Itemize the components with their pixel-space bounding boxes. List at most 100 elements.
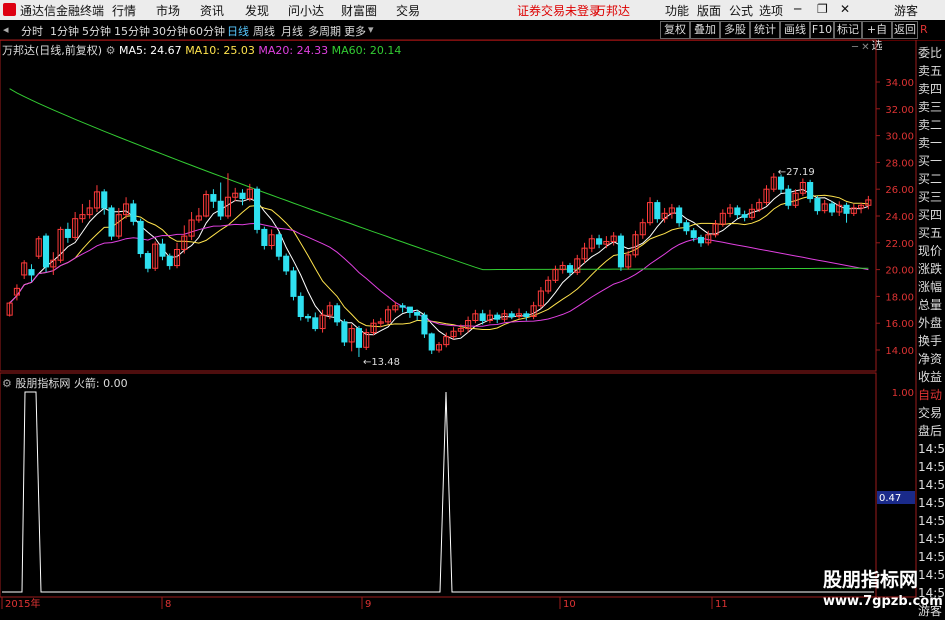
tick-time: 14:56	[918, 550, 945, 564]
candle	[625, 250, 632, 270]
candle	[828, 201, 836, 216]
candle	[632, 230, 639, 258]
date-tick-label: 8	[165, 599, 171, 609]
candle-body	[355, 328, 362, 348]
candle-body	[130, 203, 137, 222]
candle	[450, 327, 457, 340]
price-tick-label: 32.00	[885, 105, 914, 116]
settings-icon[interactable]: ⚙	[106, 44, 116, 57]
candle-body	[101, 191, 108, 209]
indicator-tick-label: 1.00	[892, 388, 914, 399]
candle	[232, 187, 239, 202]
candle	[741, 210, 748, 222]
indicator-title: 股朋指标网	[15, 377, 71, 390]
candle	[181, 225, 188, 254]
candle	[268, 229, 275, 250]
candle	[355, 325, 362, 357]
candle-body	[210, 194, 217, 202]
candle	[843, 202, 850, 223]
chart-window-controls: ─ ✕	[852, 42, 870, 53]
high-price-annotation: ←27.19	[778, 167, 815, 178]
candle	[683, 220, 690, 235]
side-label: 买三	[918, 190, 943, 204]
indicator-line	[2, 391, 874, 593]
candle	[261, 226, 268, 250]
side-label: 卖三	[918, 100, 943, 114]
indicator-legend: ⚙ 股朋指标网 火箭: 0.00	[2, 375, 128, 391]
candle-body	[676, 207, 683, 224]
candle-body	[523, 313, 530, 318]
candle-body	[159, 243, 166, 257]
side-label: 交易	[918, 406, 943, 420]
side-label: 现价	[918, 244, 943, 258]
indicator-value: 火箭: 0.00	[73, 377, 128, 390]
candle	[57, 226, 64, 263]
candle-body	[421, 314, 428, 335]
candle	[435, 341, 443, 353]
candle-body	[785, 188, 792, 206]
candle	[254, 186, 261, 234]
candle	[130, 199, 137, 226]
rocket-indicator-line	[2, 391, 874, 593]
candle-body	[654, 202, 661, 220]
candle	[552, 265, 559, 283]
candle	[28, 264, 35, 282]
candle	[86, 199, 93, 219]
candle-body	[777, 176, 785, 190]
indicator-panel-frame	[0, 372, 877, 598]
candle	[836, 201, 843, 216]
candle-body	[275, 234, 282, 257]
candle	[304, 313, 312, 322]
candle-body	[290, 270, 297, 297]
side-label: 买五	[918, 226, 943, 240]
candle-body	[828, 203, 836, 213]
candle-body	[414, 311, 421, 316]
stock-title: 万邦达(日线,前复权)	[2, 44, 103, 57]
candle-body	[312, 317, 319, 330]
candle	[516, 308, 523, 320]
candle-body	[217, 200, 224, 217]
candle	[763, 185, 770, 206]
candle	[210, 189, 217, 208]
candle	[217, 182, 224, 221]
candle	[799, 178, 806, 196]
chart-area[interactable]: 34.00 32.00 30.00 28.00 26.00 24.00 22.00 20.00…	[0, 0, 945, 609]
candle-body	[144, 253, 151, 269]
candle-body	[304, 316, 312, 319]
side-label: 总量	[918, 298, 943, 312]
candle-body	[239, 192, 246, 200]
candle-body	[297, 295, 304, 317]
auto-label[interactable]: 自动	[918, 386, 945, 404]
candle	[334, 303, 341, 326]
tick-time: 14:56	[918, 478, 945, 492]
candle	[559, 261, 566, 274]
candle-body	[617, 235, 624, 268]
close-chart-icon[interactable]: ✕	[861, 42, 869, 53]
candle	[617, 233, 624, 271]
tick-time: 14:56	[918, 442, 945, 456]
candle	[508, 311, 515, 320]
candle	[297, 292, 304, 321]
candle	[501, 309, 508, 322]
candle-body	[341, 321, 348, 343]
indicator-gear-icon[interactable]: ⚙	[2, 377, 12, 390]
side-label: 卖四	[918, 82, 943, 96]
side-label: 净资	[918, 352, 943, 366]
candle	[428, 332, 435, 355]
legend-ma60: MA60: 20.14	[331, 44, 402, 57]
minimize-chart-icon[interactable]: ─	[852, 42, 858, 53]
candle	[727, 203, 734, 218]
side-label: 盘后	[918, 424, 943, 438]
legend-bar: 万邦达(日线,前复权) ⚙ MA5: 24.67 MA10: 25.03 MA2…	[2, 42, 401, 58]
side-label: 卖五	[918, 64, 943, 78]
side-label: 买四	[918, 208, 943, 222]
candle-body	[734, 207, 741, 216]
candle	[814, 195, 821, 215]
candle	[370, 319, 377, 336]
candle	[406, 306, 413, 318]
candle	[363, 328, 370, 350]
price-tick-label: 22.00	[885, 239, 914, 250]
candle	[72, 211, 79, 241]
candle	[64, 222, 71, 243]
candle	[646, 197, 654, 226]
